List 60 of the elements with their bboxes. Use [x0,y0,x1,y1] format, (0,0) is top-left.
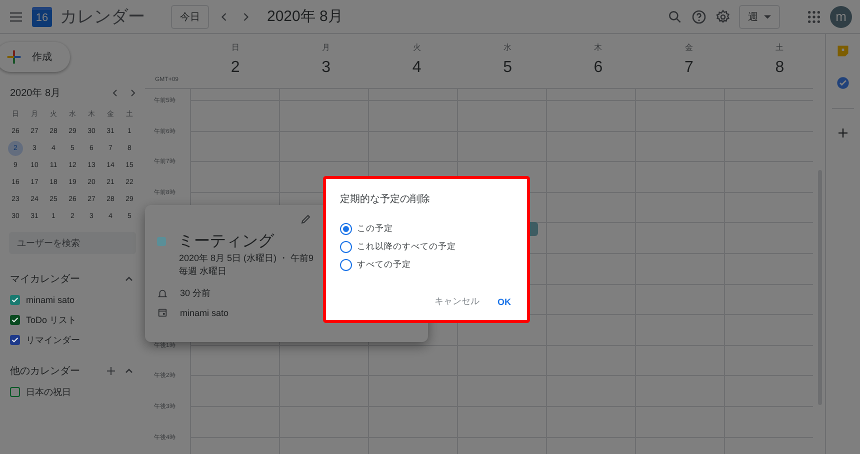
event-recurrence: 毎週 水曜日 [179,265,227,278]
day-number[interactable]: 4 [412,59,422,77]
calendar-name[interactable]: リマインダー [26,334,80,346]
calendar-checkbox[interactable] [10,387,20,397]
calendar-logo: 16 [32,6,52,26]
search-icon [667,8,683,24]
calendar-checkbox[interactable] [10,295,20,305]
weekday-label: 月 [322,42,330,53]
bell-icon [157,288,168,299]
add-icon [837,127,849,139]
apps-grid-icon [806,8,822,24]
view-dropdown[interactable]: 週 [739,4,780,28]
help-icon [691,8,707,24]
weekday-label: 火 [412,42,421,53]
mini-calendar-title: 2020年 8月 [10,87,62,100]
calendar-icon [157,307,168,318]
day-number[interactable]: 5 [503,59,512,77]
people-search-field[interactable]: ユーザーを検索 [9,232,136,254]
weekday-label: 水 [504,42,512,53]
calendar-name[interactable]: minami sato [26,295,75,305]
create-button[interactable]: 作成 [0,42,70,72]
settings-icon [715,8,731,24]
ok-button[interactable]: OK [496,293,513,310]
task-check-icon [836,76,850,90]
calendar-name[interactable]: ToDo リスト [26,314,77,326]
note-icon [836,44,850,58]
edit-pencil-icon [300,213,312,225]
radio-button[interactable] [340,241,352,253]
current-period: 2020年 8月 [267,7,343,26]
day-number[interactable]: 7 [684,59,694,77]
add-icon [105,365,117,377]
account-avatar[interactable]: m [830,6,852,28]
day-number[interactable]: 2 [230,59,240,77]
dialog-title: 定期的な予定の削除 [340,192,431,206]
weekday-label: 木 [594,42,602,53]
event-date: 2020年 8月 5日 (水曜日) ・ 午前9 [179,252,314,265]
calendar-name[interactable]: 日本の祝日 [26,386,71,398]
calendar-checkbox[interactable] [10,335,20,345]
event-title: ミーティング [178,232,274,252]
calendar-checkbox[interactable] [10,315,20,325]
today-button[interactable]: 今日 [171,4,209,28]
radio-button[interactable] [340,223,352,235]
radio-button[interactable] [340,259,352,271]
weekday-label: 金 [684,42,693,53]
radio-option[interactable]: すべての予定 [340,256,513,274]
event-calendar: minami sato [180,308,229,318]
day-number[interactable]: 6 [594,59,603,77]
section-title: 他のカレンダー [10,365,81,378]
section-title: マイカレンダー [10,273,81,286]
cancel-button[interactable]: キャンセル [432,293,482,310]
day-number[interactable]: 8 [775,59,784,77]
radio-option[interactable]: この予定 [340,220,513,238]
event-reminder: 30 分前 [180,287,211,300]
caret-icon [764,14,771,18]
plus-icon [6,49,22,65]
radio-option[interactable]: これ以降のすべての予定 [340,238,513,256]
app-title: カレンダー [60,6,145,28]
weekday-label: 土 [776,42,784,53]
day-number[interactable]: 3 [322,59,331,77]
weekday-label: 日 [231,42,240,53]
